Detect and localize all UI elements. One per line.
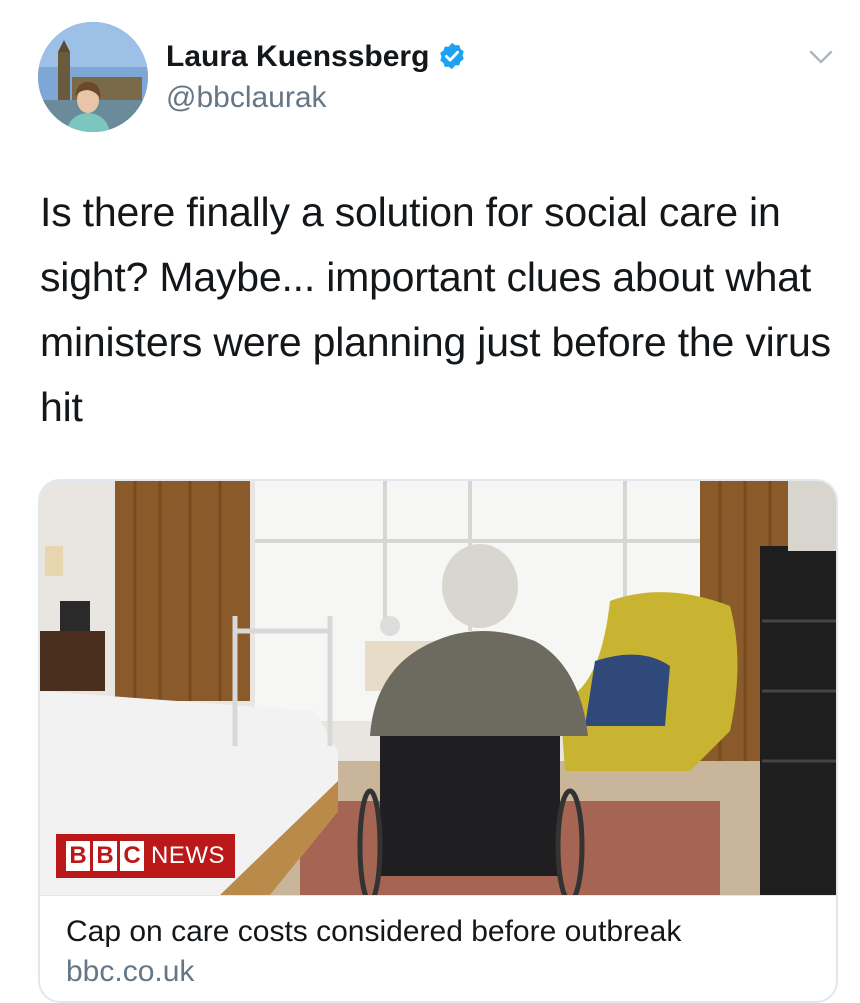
- tweet: Laura Kuenssberg @bbclaurak Is there fin…: [0, 0, 860, 1003]
- tweet-text: Is there finally a solution for social c…: [40, 189, 831, 430]
- elderly-man-in-wheelchair-photo: [40, 481, 836, 895]
- link-card-title[interactable]: Cap on care costs considered before outb…: [66, 913, 681, 951]
- author-handle[interactable]: @bbclaurak: [166, 78, 327, 118]
- chevron-down-icon[interactable]: [804, 40, 838, 74]
- bbc-logo-letter: B: [66, 841, 90, 871]
- bbc-logo-letter: B: [93, 841, 117, 871]
- bbc-logo-letter: C: [120, 841, 144, 871]
- avatar[interactable]: [38, 22, 148, 132]
- bbc-news-logo: B B C NEWS: [56, 834, 235, 878]
- card-divider: [40, 895, 836, 896]
- bbc-logo-news: NEWS: [151, 842, 225, 869]
- author-display-name-row[interactable]: Laura Kuenssberg: [166, 37, 467, 77]
- link-card[interactable]: B B C NEWS Cap on care costs considered …: [38, 479, 838, 1003]
- author-display-name[interactable]: Laura Kuenssberg: [166, 40, 429, 73]
- link-card-image[interactable]: B B C NEWS: [40, 481, 836, 895]
- verified-badge-icon: [440, 42, 465, 70]
- avatar-image: [38, 22, 148, 132]
- link-card-domain: bbc.co.uk: [66, 955, 195, 988]
